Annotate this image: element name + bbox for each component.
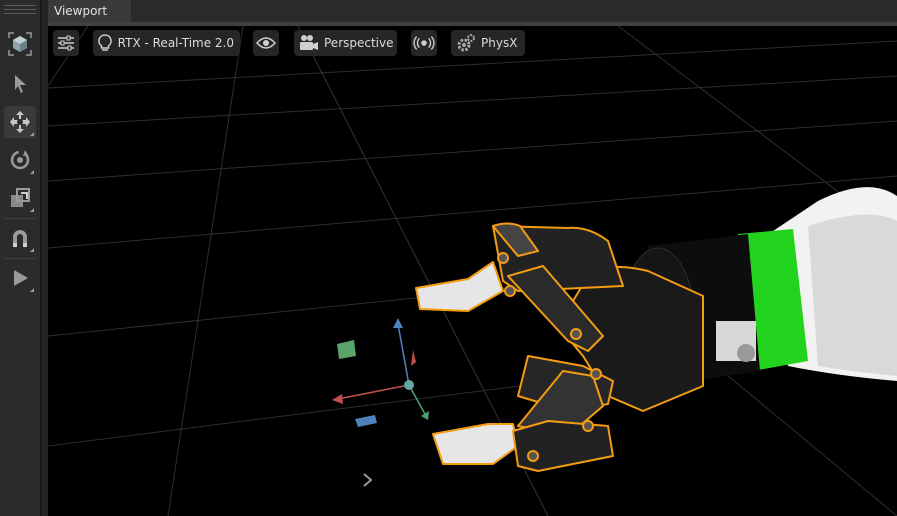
eye-icon [255,32,277,54]
audio-broadcast-icon [413,32,435,54]
more-options-indicator [30,170,34,174]
tab-bar: Viewport [48,0,897,22]
select-mode-icon [7,31,33,57]
toolbar-grip[interactable] [4,5,36,15]
physics-menu-button[interactable]: PhysX [451,30,525,56]
select-pointer-button[interactable] [4,68,36,100]
scale-button[interactable] [4,182,36,214]
more-options-indicator [30,288,34,292]
toolbar-divider [4,218,36,219]
move-icon [8,110,32,134]
audio-button[interactable] [411,30,437,56]
renderer-label: RTX - Real-Time 2.0 [117,36,234,50]
select-mode-button[interactable] [4,28,36,60]
panel-gutter [41,0,48,516]
snap-button[interactable] [4,222,36,254]
left-toolbar [0,0,41,516]
viewport-canvas[interactable]: RTX - Real-Time 2.0 Perspective PhysX [48,26,897,516]
play-icon [9,267,31,289]
scene-render [48,26,897,516]
cursor-chevron [363,473,373,487]
play-button[interactable] [4,262,36,294]
select-pointer-icon [10,73,30,95]
snap-magnet-icon [9,227,31,249]
more-options-indicator [30,132,34,136]
camera-label: Perspective [324,36,394,50]
rotate-icon [8,148,32,172]
move-button[interactable] [4,106,36,138]
more-options-indicator [30,248,34,252]
scale-icon [9,187,31,209]
camera-menu-button[interactable]: Perspective [294,30,397,56]
lightbulb-icon [97,32,114,54]
more-options-indicator [30,208,34,212]
sliders-icon [55,32,77,54]
visibility-button[interactable] [253,30,279,56]
rotate-button[interactable] [4,144,36,176]
tab-viewport[interactable]: Viewport [48,0,131,22]
toolbar-divider [4,258,36,259]
transform-gizmo [332,318,429,427]
camera-icon [298,32,320,54]
renderer-menu-button[interactable]: RTX - Real-Time 2.0 [93,30,240,56]
viewport-settings-button[interactable] [53,30,79,56]
gear-icon [455,32,477,54]
physics-label: PhysX [481,36,518,50]
